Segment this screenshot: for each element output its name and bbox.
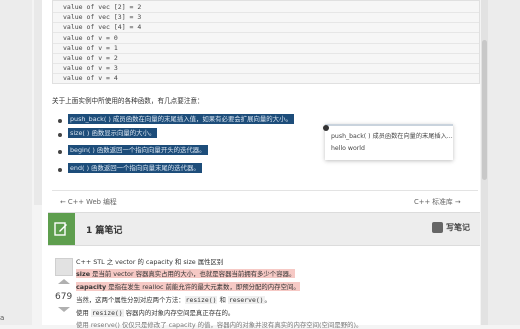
write-note-icon: [432, 222, 443, 233]
popup-line-2[interactable]: hello world: [331, 145, 365, 152]
note-resize-line: 使用 resize() 容器内的对象内存空间是真正存在的。: [76, 308, 234, 317]
notes-badge: [48, 213, 75, 245]
right-window-frame: [488, 0, 520, 325]
code-line: value of v = 3: [63, 64, 118, 72]
code-reserve: reserve(): [227, 296, 265, 304]
upvote-icon[interactable]: [58, 279, 70, 284]
scrollbar-thumb[interactable]: [482, 40, 487, 180]
code-resize: resize(): [184, 296, 218, 304]
bullet-item-begin[interactable]: begin( ) 函数返回一个指向向量开头的迭代器。: [68, 145, 208, 155]
note-size-text: 是当前 vector 容器真实占用的大小，也就是容器当前拥有多少个容器。: [90, 270, 296, 278]
note-resize-post: 容器内的对象内存空间是真正存在的。: [123, 309, 235, 317]
bullet-dot: [58, 133, 62, 137]
bullet-dot: [58, 150, 62, 154]
note-resize-pre: 使用: [76, 309, 91, 317]
bullet-item-push-back[interactable]: push_back( ) 成员函数在向量的末尾插入值，如果有必要会扩展向量的大小…: [68, 114, 294, 124]
note-heading: C++ STL 之 vector 的 capacity 和 size 属性区别: [76, 258, 224, 266]
edit-note-icon: [54, 222, 67, 236]
selection-popup: push_back( ) 成员函数在向量的末尾插入... hello world: [323, 124, 453, 160]
code-line: value of v = 0: [63, 34, 118, 42]
bullet-dot: [58, 119, 62, 123]
nav-divider: [52, 190, 478, 191]
code-line: value of v = 4: [63, 74, 118, 82]
bullet-dot: [58, 168, 62, 172]
prev-page-link[interactable]: ← C++ Web 编程: [60, 196, 117, 206]
vote-count: 679: [55, 292, 73, 302]
code-line: value of vec [2] = 2: [63, 3, 142, 11]
intro-text: 关于上面实例中所使用的各种函数，有几点要注意：: [52, 97, 204, 105]
code-output-block: value of vec [2] = 2 value of vec [3] = …: [52, 0, 480, 84]
downvote-icon[interactable]: [58, 307, 70, 312]
note-term-capacity: capacity: [76, 283, 107, 291]
frame-mark: a: [0, 314, 5, 322]
note-methods-post: 。: [264, 296, 271, 304]
notes-title: 1 篇笔记: [86, 226, 123, 236]
notes-header: 1 篇笔记 写笔记: [48, 212, 480, 246]
left-window-frame: a: [0, 0, 32, 325]
popup-pin-icon: [323, 125, 329, 131]
note-size-line: size 是当前 vector 容器真实占用的大小，也就是容器当前拥有多少个容器…: [76, 269, 296, 278]
note-methods-mid: 和: [217, 296, 228, 304]
code-line: value of v = 1: [63, 44, 118, 52]
bullet-item-size[interactable]: size( ) 函数显示向量的大小。: [68, 128, 158, 138]
code-line: value of vec [3] = 3: [63, 13, 142, 21]
note-capacity-line: capacity 是指在发生 realloc 前能允许的最大元素数，即预分配的内…: [76, 282, 300, 291]
code-line: value of v = 2: [63, 54, 118, 62]
note-methods-line: 当然，这两个属性分别对应两个方法：resize() 和 reserve()。: [76, 295, 271, 304]
note-capacity-text: 是指在发生 realloc 前能允许的最大元素数，即预分配的内存空间。: [106, 283, 300, 291]
popup-line-1[interactable]: push_back( ) 成员函数在向量的末尾插入...: [331, 131, 453, 140]
sidebar-strip: [34, 0, 42, 205]
code-resize-2: resize(): [90, 309, 124, 317]
code-line: value of vec [4] = 4: [63, 23, 142, 31]
bullet-item-end[interactable]: end( ) 函数返回一个指向向量末尾的迭代器。: [68, 163, 202, 173]
note-term-size: size: [76, 270, 91, 278]
avatar[interactable]: [55, 258, 73, 276]
write-note-label: 写笔记: [446, 223, 470, 232]
code-divider: [53, 32, 479, 33]
note-methods-pre: 当然，这两个属性分别对应两个方法：: [76, 296, 185, 304]
next-page-link[interactable]: C++ 标准库 →: [414, 196, 461, 206]
